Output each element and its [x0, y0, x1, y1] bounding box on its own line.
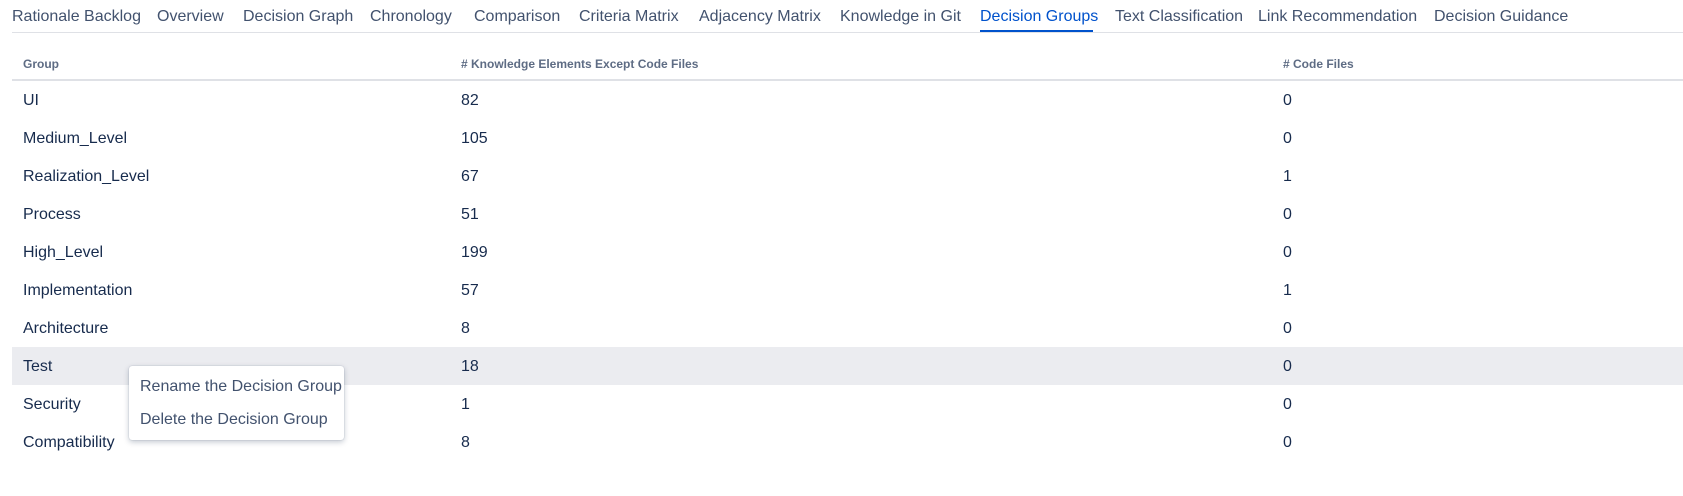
table-header: Group # Knowledge Elements Except Code F…: [12, 45, 1683, 81]
knowledge-elements-cell: 82: [461, 92, 479, 109]
knowledge-elements-cell: 57: [461, 282, 479, 299]
group-name-cell: High_Level: [23, 244, 104, 261]
decision-groups-page: Rationale Backlog Overview Decision Grap…: [0, 0, 1683, 496]
knowledge-elements-cell: 1: [461, 396, 470, 413]
tab-text-classification[interactable]: Text Classification: [1115, 7, 1243, 27]
knowledge-elements-cell: 18: [461, 358, 479, 375]
table-row[interactable]: UI 82 0: [12, 81, 1683, 119]
tab-decision-groups[interactable]: Decision Groups: [980, 7, 1098, 27]
group-name-cell: Implementation: [23, 282, 133, 299]
tab-criteria-matrix[interactable]: Criteria Matrix: [579, 7, 679, 27]
active-tab-indicator: [980, 30, 1093, 32]
knowledge-elements-cell: 51: [461, 206, 479, 223]
knowledge-elements-cell: 67: [461, 168, 479, 185]
tab-adjacency-matrix[interactable]: Adjacency Matrix: [699, 7, 821, 27]
knowledge-elements-cell: 199: [461, 244, 488, 261]
group-name-cell: Compatibility: [23, 434, 115, 451]
code-files-cell: 0: [1283, 434, 1292, 451]
group-name-cell: Realization_Level: [23, 168, 150, 185]
knowledge-elements-cell: 8: [461, 320, 470, 337]
tab-bar-divider: [12, 32, 1683, 33]
code-files-cell: 1: [1283, 168, 1292, 185]
table-row[interactable]: Process 51 0: [12, 195, 1683, 233]
code-files-cell: 0: [1283, 358, 1292, 375]
code-files-cell: 0: [1283, 92, 1292, 109]
knowledge-elements-cell: 8: [461, 434, 470, 451]
code-files-cell: 0: [1283, 396, 1292, 413]
column-header-code-files[interactable]: # Code Files: [1283, 57, 1354, 71]
tab-link-recommendation[interactable]: Link Recommendation: [1258, 7, 1417, 27]
code-files-cell: 1: [1283, 282, 1292, 299]
table-row[interactable]: Architecture 8 0: [12, 309, 1683, 347]
tab-knowledge-in-git[interactable]: Knowledge in Git: [840, 7, 961, 27]
group-name-cell: Security: [23, 396, 81, 413]
tab-decision-guidance[interactable]: Decision Guidance: [1434, 7, 1568, 27]
context-menu: Rename the Decision Group Delete the Dec…: [129, 366, 344, 440]
code-files-cell: 0: [1283, 130, 1292, 147]
group-name-cell: Process: [23, 206, 81, 223]
rename-group-menu-item[interactable]: Rename the Decision Group: [129, 370, 344, 403]
tab-rationale-backlog[interactable]: Rationale Backlog: [12, 7, 141, 27]
group-name-cell: UI: [23, 92, 39, 109]
knowledge-elements-cell: 105: [461, 130, 488, 147]
group-name-cell: Architecture: [23, 320, 109, 337]
tab-bar: Rationale Backlog Overview Decision Grap…: [0, 0, 1683, 34]
column-header-group[interactable]: Group: [23, 57, 59, 71]
table-row[interactable]: Implementation 57 1: [12, 271, 1683, 309]
code-files-cell: 0: [1283, 244, 1292, 261]
table-row[interactable]: Realization_Level 67 1: [12, 157, 1683, 195]
tab-comparison[interactable]: Comparison: [474, 7, 560, 27]
table-row[interactable]: Medium_Level 105 0: [12, 119, 1683, 157]
tab-chronology[interactable]: Chronology: [370, 7, 452, 27]
code-files-cell: 0: [1283, 320, 1292, 337]
column-header-knowledge-elements[interactable]: # Knowledge Elements Except Code Files: [461, 57, 698, 71]
group-name-cell: Test: [23, 358, 53, 375]
group-name-cell: Medium_Level: [23, 130, 128, 147]
code-files-cell: 0: [1283, 206, 1292, 223]
tab-decision-graph[interactable]: Decision Graph: [243, 7, 353, 27]
table-row[interactable]: High_Level 199 0: [12, 233, 1683, 271]
tab-overview[interactable]: Overview: [157, 7, 224, 27]
delete-group-menu-item[interactable]: Delete the Decision Group: [129, 403, 344, 436]
